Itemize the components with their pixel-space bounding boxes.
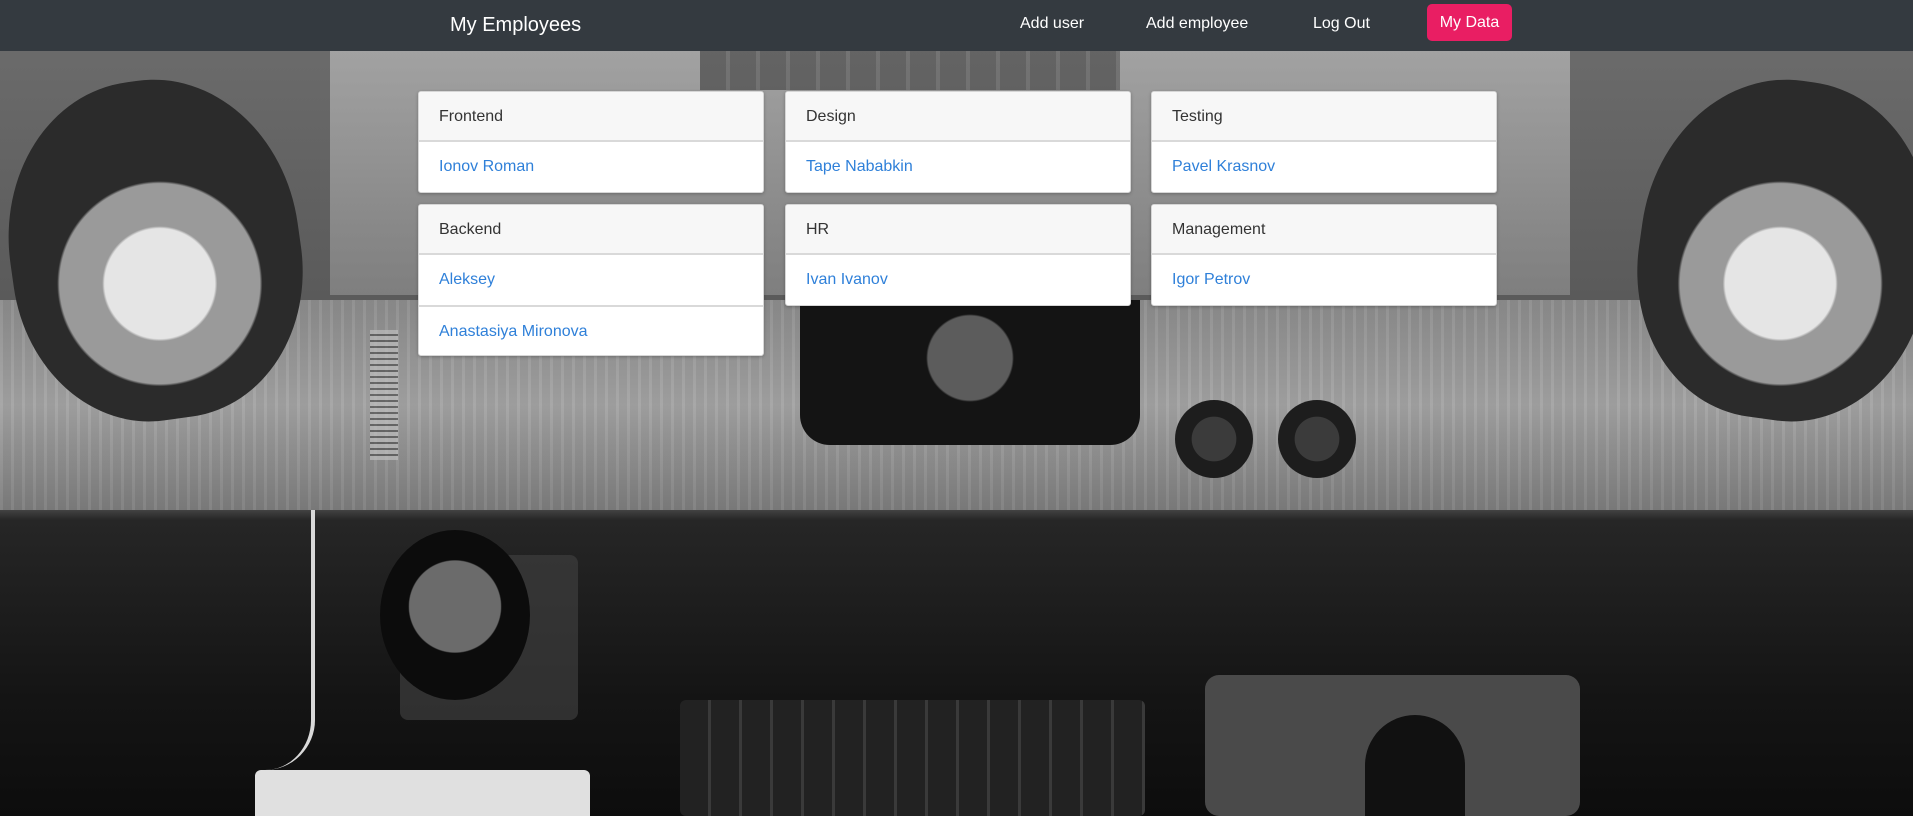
monitor-stand-shape: [800, 300, 1140, 445]
mouse-shape: [1365, 715, 1465, 816]
ruler-shape: [370, 330, 398, 460]
department-title: Backend: [419, 205, 763, 255]
employee-link[interactable]: Tape Nababkin: [786, 142, 1130, 192]
employee-link[interactable]: Ionov Roman: [419, 142, 763, 192]
department-title: Frontend: [419, 92, 763, 142]
department-card-backend: Backend Aleksey Anastasiya Mironova: [418, 204, 764, 356]
keyboard-shape: [700, 50, 1120, 90]
power-strip-shape: [255, 770, 590, 816]
department-title: Management: [1152, 205, 1496, 255]
mug-shape: [380, 530, 530, 700]
department-title: Testing: [1152, 92, 1496, 142]
department-card-management: Management Igor Petrov: [1151, 204, 1497, 306]
employee-link[interactable]: Ivan Ivanov: [786, 255, 1130, 305]
nav-links: Add user Add employee Log Out My Data: [0, 0, 1913, 51]
department-title: Design: [786, 92, 1130, 142]
department-card-frontend: Frontend Ionov Roman: [418, 91, 764, 193]
logout-link[interactable]: Log Out: [1313, 14, 1370, 34]
department-title: HR: [786, 205, 1130, 255]
department-card-design: Design Tape Nababkin: [785, 91, 1131, 193]
employee-link[interactable]: Anastasiya Mironova: [419, 305, 763, 355]
sticker-shape: [1175, 400, 1253, 478]
department-card-testing: Testing Pavel Krasnov: [1151, 91, 1497, 193]
top-navbar: My Employees Add user Add employee Log O…: [0, 0, 1913, 51]
employee-link[interactable]: Igor Petrov: [1152, 255, 1496, 305]
add-user-link[interactable]: Add user: [1020, 14, 1084, 34]
employee-link[interactable]: Pavel Krasnov: [1152, 142, 1496, 192]
laptop-keyboard-shape: [680, 700, 1145, 816]
my-data-button[interactable]: My Data: [1427, 4, 1512, 41]
employee-link[interactable]: Aleksey: [419, 255, 763, 305]
add-employee-link[interactable]: Add employee: [1146, 14, 1248, 34]
department-card-hr: HR Ivan Ivanov: [785, 204, 1131, 306]
sticker-shape: [1278, 400, 1356, 478]
cable-shape: [265, 510, 315, 770]
